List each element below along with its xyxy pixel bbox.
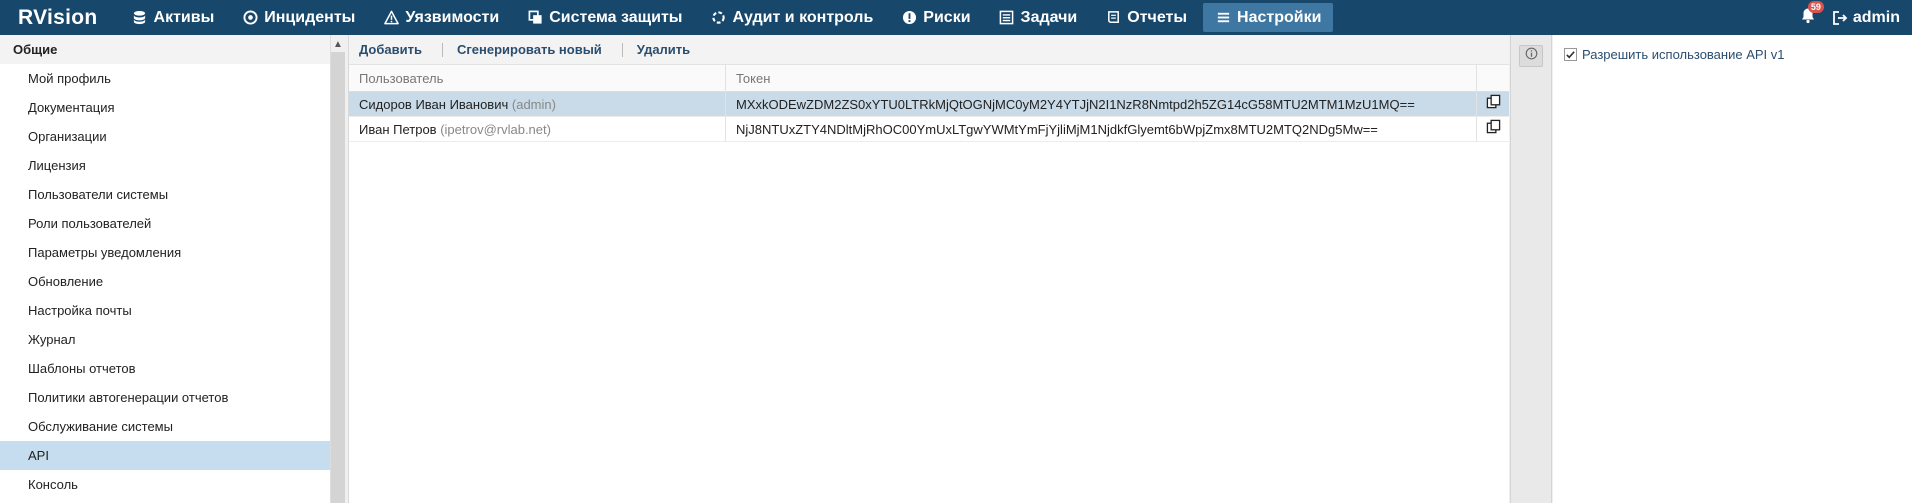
sidebar-item-update[interactable]: Обновление <box>0 267 330 296</box>
toolbar-divider <box>441 42 443 57</box>
copy-token-button[interactable] <box>1477 92 1509 117</box>
sidebar-item-organizations[interactable]: Организации <box>0 122 330 151</box>
sidebar-item-system-users[interactable]: Пользователи системы <box>0 180 330 209</box>
nav-item-protection-system[interactable]: Система защиты <box>515 3 694 32</box>
nav-item-label: Уязвимости <box>405 8 500 26</box>
top-navigation-bar: RVision Активы Инциденты Уязвимости Сист… <box>0 0 1912 35</box>
api-v1-checkbox[interactable] <box>1564 48 1577 61</box>
app-logo[interactable]: RVision <box>18 6 98 30</box>
cycle-icon <box>710 10 726 26</box>
nav-item-label: Задачи <box>1020 8 1078 26</box>
token-cell: MXxkODEwZDM2ZS0xYTU0LTRkMjQtOGNjMC0yM2Y4… <box>726 92 1477 117</box>
nav-item-assets[interactable]: Активы <box>120 3 227 32</box>
copy-token-button[interactable] <box>1477 117 1509 142</box>
api-settings-panel: Разрешить использование API v1 <box>1553 35 1912 503</box>
sidebar-item-mail-settings[interactable]: Настройка почты <box>0 296 330 325</box>
sidebar-item-license[interactable]: Лицензия <box>0 151 330 180</box>
user-name: Иван Петров <box>359 122 437 137</box>
windows-icon <box>527 10 543 26</box>
nav-item-settings[interactable]: Настройки <box>1203 3 1334 32</box>
username: admin <box>1852 8 1900 26</box>
user-menu[interactable]: admin <box>1832 9 1900 27</box>
column-header-user[interactable]: Пользователь <box>349 65 726 92</box>
tokens-table-header: Пользователь Токен <box>349 65 1509 92</box>
nav-item-incidents[interactable]: Инциденты <box>230 3 367 32</box>
user-login: (admin) <box>511 97 556 112</box>
table-row[interactable]: Иван Петров (ipetrov@rvlab.net) NjJ8NTUx… <box>349 117 1509 142</box>
api-tokens-panel: Добавить Сгенерировать новый Удалить Пол… <box>348 35 1509 503</box>
database-icon <box>132 10 148 26</box>
user-area: 59 admin <box>1798 0 1900 35</box>
nav-item-vulnerabilities[interactable]: Уязвимости <box>371 3 511 32</box>
main-nav: Активы Инциденты Уязвимости Система защи… <box>120 0 1338 35</box>
notifications-button[interactable]: 59 <box>1798 0 1824 28</box>
nav-item-audit[interactable]: Аудит и контроль <box>698 3 885 32</box>
nav-item-label: Настройки <box>1237 8 1322 26</box>
delete-token-button[interactable]: Удалить <box>637 42 704 57</box>
sidebar-item-log[interactable]: Журнал <box>0 325 330 354</box>
api-v1-label: Разрешить использование API v1 <box>1582 47 1785 62</box>
tasks-icon <box>999 10 1015 26</box>
user-login: (ipetrov@rvlab.net) <box>440 122 551 137</box>
nav-item-tasks[interactable]: Задачи <box>987 3 1090 32</box>
table-row[interactable]: Сидоров Иван Иванович (admin) MXxkODEwZD… <box>349 92 1509 117</box>
api-v1-checkbox-row[interactable]: Разрешить использование API v1 <box>1564 47 1785 62</box>
nav-item-label: Инциденты <box>264 8 356 26</box>
alert-circle-icon <box>901 10 917 26</box>
warning-icon <box>383 10 399 26</box>
copy-icon <box>1486 92 1501 117</box>
sidebar-scroll-up-icon[interactable]: ▲ <box>331 37 345 51</box>
menu-icon <box>1215 10 1231 26</box>
user-cell: Сидоров Иван Иванович (admin) <box>349 92 726 117</box>
toolbar-divider <box>621 42 623 57</box>
sidebar-item-report-templates[interactable]: Шаблоны отчетов <box>0 354 330 383</box>
sidebar-item-user-roles[interactable]: Роли пользователей <box>0 209 330 238</box>
sidebar-scrollbar[interactable] <box>331 52 345 503</box>
sidebar-item-notification-settings[interactable]: Параметры уведомления <box>0 238 330 267</box>
nav-item-risks[interactable]: Риски <box>889 3 982 32</box>
nav-item-label: Аудит и контроль <box>732 8 874 26</box>
target-icon <box>242 10 258 26</box>
copy-icon <box>1486 117 1501 142</box>
add-token-button[interactable]: Добавить <box>359 42 436 57</box>
nav-item-label: Отчеты <box>1127 8 1188 26</box>
sidebar-item-report-autogeneration[interactable]: Политики автогенерации отчетов <box>0 383 330 412</box>
report-icon <box>1105 10 1121 26</box>
generate-token-button[interactable]: Сгенерировать новый <box>457 42 616 57</box>
user-name: Сидоров Иван Иванович <box>359 97 509 112</box>
column-header-token[interactable]: Токен <box>726 65 1477 92</box>
nav-item-label: Система защиты <box>549 8 683 26</box>
notification-count-badge: 59 <box>1807 0 1824 13</box>
settings-sidebar: Общие Мой профиль Документация Организац… <box>0 35 331 503</box>
sidebar-item-my-profile[interactable]: Мой профиль <box>0 64 330 93</box>
user-cell: Иван Петров (ipetrov@rvlab.net) <box>349 117 726 142</box>
token-cell: NjJ8NTUxZTY4NDltMjRhOC00YmUxLTgwYWMtYmFj… <box>726 117 1477 142</box>
sidebar-item-api[interactable]: API <box>0 441 330 470</box>
sidebar-item-documentation[interactable]: Документация <box>0 93 330 122</box>
info-icon <box>1525 47 1538 65</box>
sidebar-section-header: Общие <box>0 35 330 64</box>
sidebar-item-system-maintenance[interactable]: Обслуживание системы <box>0 412 330 441</box>
column-header-actions <box>1477 65 1509 92</box>
nav-item-reports[interactable]: Отчеты <box>1093 3 1199 32</box>
tokens-toolbar: Добавить Сгенерировать новый Удалить <box>349 35 1509 65</box>
nav-item-label: Риски <box>923 8 971 26</box>
logout-icon <box>1832 10 1848 26</box>
nav-item-label: Активы <box>153 8 215 26</box>
sidebar-item-console[interactable]: Консоль <box>0 470 330 499</box>
info-button[interactable] <box>1519 45 1543 67</box>
info-strip <box>1510 35 1552 503</box>
